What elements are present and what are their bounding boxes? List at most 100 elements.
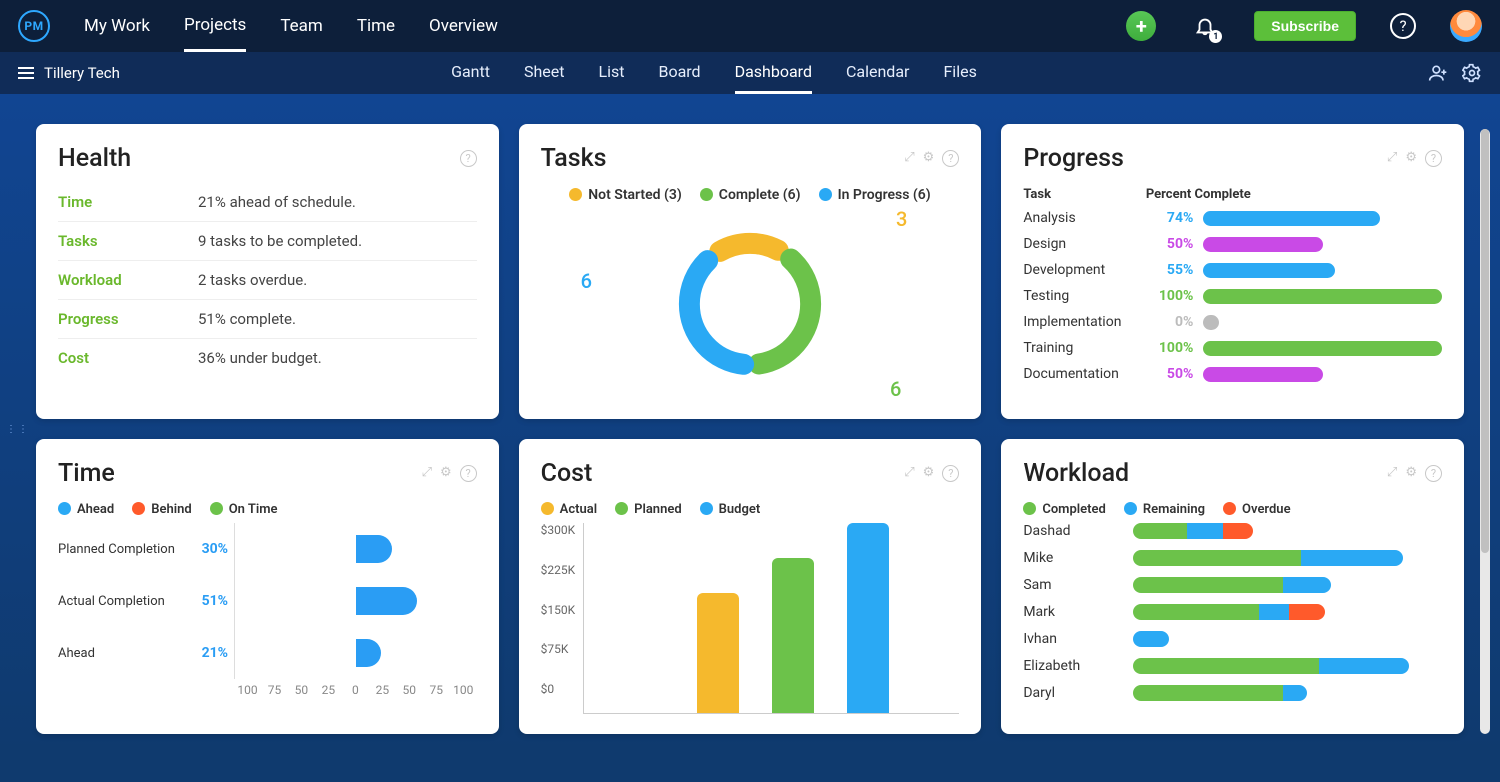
progress-task: Training: [1023, 340, 1143, 356]
legend-item: Actual: [541, 502, 597, 517]
settings-icon[interactable]: [1462, 63, 1482, 83]
scrollbar[interactable]: [1480, 129, 1490, 734]
progress-task: Documentation: [1023, 366, 1143, 382]
workload-name: Elizabeth: [1023, 658, 1133, 674]
col-task: Task: [1023, 187, 1143, 202]
expand-icon[interactable]: [904, 465, 914, 482]
card-title: Tasks: [541, 144, 607, 173]
gear-icon[interactable]: [923, 150, 935, 167]
tasks-legend: Not Started (3)Complete (6)In Progress (…: [541, 187, 960, 203]
nav-overview[interactable]: Overview: [429, 16, 498, 50]
help-icon[interactable]: ?: [1390, 13, 1416, 39]
nav-my-work[interactable]: My Work: [84, 16, 150, 50]
health-value: 21% ahead of schedule.: [198, 193, 356, 211]
progress-row: Training 100%: [1023, 340, 1442, 356]
help-icon[interactable]: ?: [942, 150, 959, 167]
card-cost: Cost ? ActualPlannedBudget $300K$225K$15…: [519, 439, 982, 734]
help-icon[interactable]: ?: [942, 465, 959, 482]
workload-row: Mark: [1023, 604, 1442, 620]
expand-icon[interactable]: [422, 465, 432, 482]
axis-tick: $225K: [541, 563, 576, 577]
progress-bar: [1203, 289, 1442, 304]
view-files[interactable]: Files: [943, 62, 976, 94]
card-title: Time: [58, 459, 115, 488]
workload-seg: [1133, 604, 1259, 620]
workload-seg: [1223, 523, 1253, 539]
view-board[interactable]: Board: [658, 62, 700, 94]
workload-legend: CompletedRemainingOverdue: [1023, 502, 1442, 517]
help-icon[interactable]: ?: [1425, 150, 1442, 167]
workload-name: Ivhan: [1023, 631, 1133, 647]
progress-pct: 100%: [1143, 288, 1193, 304]
axis-tick: 0: [342, 683, 369, 697]
view-calendar[interactable]: Calendar: [846, 62, 909, 94]
gear-icon[interactable]: [923, 465, 935, 482]
tasks-donut: 3 6 6: [541, 209, 960, 399]
cost-legend: ActualPlannedBudget: [541, 502, 960, 517]
workload-seg: [1133, 523, 1187, 539]
subscribe-button[interactable]: Subscribe: [1254, 11, 1356, 41]
health-label: Cost: [58, 349, 198, 367]
nav-team[interactable]: Team: [280, 16, 323, 50]
progress-row: Analysis 74%: [1023, 210, 1442, 226]
view-gantt[interactable]: Gantt: [451, 62, 490, 94]
workload-row: Dashad: [1023, 523, 1442, 539]
time-row: Planned Completion 30%: [58, 523, 477, 575]
progress-task: Design: [1023, 236, 1143, 252]
view-list[interactable]: List: [598, 62, 624, 94]
help-icon[interactable]: ?: [460, 465, 477, 482]
gear-icon[interactable]: [440, 465, 452, 482]
help-icon[interactable]: ?: [460, 150, 477, 167]
workload-name: Mike: [1023, 550, 1133, 566]
drag-handle-icon[interactable]: ⋮⋮: [6, 424, 30, 435]
health-rows: Time 21% ahead of schedule. Tasks 9 task…: [58, 183, 477, 377]
add-member-icon[interactable]: [1428, 63, 1448, 83]
donut-label-in-progress: 6: [581, 269, 592, 293]
view-dashboard[interactable]: Dashboard: [735, 62, 812, 94]
workload-bar: [1133, 604, 1325, 620]
progress-task: Analysis: [1023, 210, 1143, 226]
workload-seg: [1259, 604, 1289, 620]
help-icon[interactable]: ?: [1425, 465, 1442, 482]
gear-icon[interactable]: [1405, 150, 1417, 167]
legend-item: Complete (6): [700, 187, 801, 203]
expand-icon[interactable]: [1387, 150, 1397, 167]
view-tabs: Gantt Sheet List Board Dashboard Calenda…: [0, 52, 1428, 94]
notifications-icon[interactable]: 1: [1190, 11, 1220, 41]
health-value: 51% complete.: [198, 310, 296, 328]
brand-logo[interactable]: PM: [18, 10, 50, 42]
workload-seg: [1283, 685, 1307, 701]
progress-bar: [1203, 263, 1334, 278]
workload-row: Elizabeth: [1023, 658, 1442, 674]
health-row: Cost 36% under budget.: [58, 339, 477, 377]
legend-item: Overdue: [1223, 502, 1291, 517]
health-row: Workload 2 tasks overdue.: [58, 261, 477, 300]
legend-item: In Progress (6): [819, 187, 931, 203]
progress-row: Documentation 50%: [1023, 366, 1442, 382]
workload-seg: [1319, 658, 1409, 674]
col-pc: Percent Complete: [1143, 187, 1253, 202]
expand-icon[interactable]: [1387, 465, 1397, 482]
axis-tick: $150K: [541, 603, 576, 617]
health-value: 2 tasks overdue.: [198, 271, 307, 289]
time-legend: AheadBehindOn Time: [58, 502, 477, 517]
workload-name: Sam: [1023, 577, 1133, 593]
health-label: Tasks: [58, 232, 198, 250]
workload-bar: [1133, 685, 1307, 701]
notification-badge: 1: [1209, 30, 1222, 43]
user-avatar[interactable]: [1450, 10, 1482, 42]
legend-item: Ahead: [58, 502, 114, 517]
health-value: 36% under budget.: [198, 349, 322, 367]
nav-projects[interactable]: Projects: [184, 15, 246, 52]
expand-icon[interactable]: [904, 150, 914, 167]
workload-seg: [1133, 631, 1169, 647]
card-workload: Workload ? CompletedRemainingOverdue Das…: [1001, 439, 1464, 734]
legend-item: Remaining: [1124, 502, 1205, 517]
workload-seg: [1283, 577, 1331, 593]
health-row: Time 21% ahead of schedule.: [58, 183, 477, 222]
nav-time[interactable]: Time: [357, 16, 395, 50]
workload-bar: [1133, 631, 1169, 647]
gear-icon[interactable]: [1405, 465, 1417, 482]
add-button[interactable]: +: [1126, 11, 1156, 41]
view-sheet[interactable]: Sheet: [524, 62, 565, 94]
